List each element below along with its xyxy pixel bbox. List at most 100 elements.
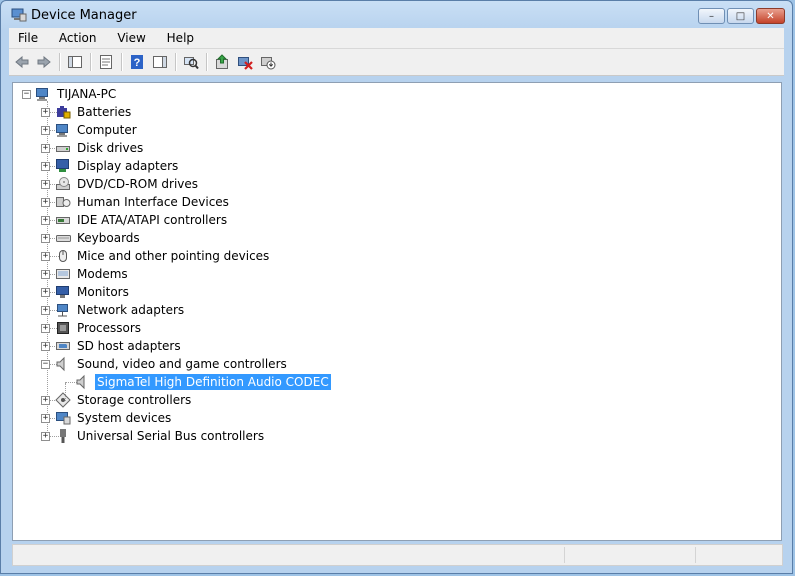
uninstall-icon[interactable] (236, 53, 254, 71)
keyboard-icon (56, 235, 71, 242)
tree-category[interactable]: Human Interface Devices (55, 193, 231, 211)
menu-view[interactable]: View (108, 28, 153, 48)
network-adapter-icon (57, 304, 68, 317)
help-icon[interactable]: ? (128, 53, 146, 71)
tree-category[interactable]: DVD/CD-ROM drives (55, 175, 200, 193)
root-label: TIJANA-PC (57, 87, 117, 101)
tree-category-label: Display adapters (77, 159, 179, 173)
tree-category[interactable]: IDE ATA/ATAPI controllers (55, 211, 229, 229)
expander-10[interactable]: + (41, 288, 50, 297)
status-segment (695, 547, 696, 563)
close-button[interactable]: ✕ (756, 8, 785, 24)
computer-icon (36, 88, 48, 101)
forward-arrow-icon[interactable] (35, 53, 53, 71)
show-hide-action-pane-icon[interactable] (151, 53, 169, 71)
status-bar (12, 544, 783, 566)
speaker-icon (76, 374, 85, 390)
svg-text:?: ? (134, 57, 141, 69)
toolbar-separator (59, 53, 61, 71)
tree-category[interactable]: Storage controllers (55, 391, 193, 409)
show-hide-console-tree-icon[interactable] (66, 53, 84, 71)
tree-category[interactable]: Universal Serial Bus controllers (55, 427, 266, 445)
expander-17[interactable]: + (41, 432, 50, 441)
monitor-icon (56, 286, 69, 298)
status-segment (564, 547, 565, 563)
menu-help[interactable]: Help (158, 28, 202, 48)
tree-category[interactable]: System devices (55, 409, 173, 427)
tree-category[interactable]: Monitors (55, 283, 131, 301)
update-driver-icon[interactable] (213, 53, 231, 71)
expander-15[interactable]: + (41, 396, 50, 405)
speaker-icon (56, 356, 65, 372)
maximize-button[interactable]: □ (727, 8, 754, 24)
expander-13[interactable]: + (41, 342, 50, 351)
tree-category[interactable]: Processors (55, 319, 143, 337)
toolbar: ? (9, 49, 784, 76)
tree-category-label: DVD/CD-ROM drives (77, 177, 199, 191)
tree-category[interactable]: Modems (55, 265, 130, 283)
tree-category-label: Human Interface Devices (77, 195, 229, 209)
tree-device-item[interactable]: SigmaTel High Definition Audio CODEC (75, 373, 331, 391)
expander-12[interactable]: + (41, 324, 50, 333)
tree-category[interactable]: SD host adapters (55, 337, 183, 355)
tree-category-label: Disk drives (77, 141, 144, 155)
tree-category-label: IDE ATA/ATAPI controllers (77, 213, 228, 227)
tree-category[interactable]: Network adapters (55, 301, 186, 319)
tree-category[interactable]: Mice and other pointing devices (55, 247, 271, 265)
expander-9[interactable]: + (41, 270, 50, 279)
tree-category[interactable]: Disk drives (55, 139, 145, 157)
expander-16[interactable]: + (41, 414, 50, 423)
dvd-drive-icon (56, 177, 70, 190)
modem-icon (56, 269, 70, 279)
expander-5[interactable]: + (41, 198, 50, 207)
tree-category[interactable]: Display adapters (55, 157, 180, 175)
ide-controller-icon (56, 217, 70, 224)
tree-category-label: Sound, video and game controllers (77, 357, 287, 371)
tree-category-label: Processors (77, 321, 142, 335)
storage-controller-icon (55, 392, 71, 408)
root-expander[interactable]: − (22, 90, 31, 99)
menu-bar: File Action View Help (9, 28, 784, 49)
device-manager-window: Device Manager – □ ✕ File Action View He… (0, 0, 793, 574)
menu-file[interactable]: File (9, 28, 46, 48)
disable-device-icon[interactable] (259, 53, 277, 71)
hid-icon (56, 197, 71, 207)
mouse-icon (59, 250, 67, 262)
toolbar-separator (175, 53, 177, 71)
tree-category-label: SD host adapters (77, 339, 181, 353)
expander-4[interactable]: + (41, 180, 50, 189)
back-arrow-icon[interactable] (13, 53, 31, 71)
tree-category-label: Computer (77, 123, 137, 137)
computer-icon (56, 124, 68, 137)
tree-category[interactable]: Batteries (55, 103, 133, 121)
menu-action[interactable]: Action (50, 28, 105, 48)
processor-icon (57, 322, 69, 334)
device-manager-icon (11, 8, 27, 22)
toolbar-separator (90, 53, 92, 71)
expander-0[interactable]: + (41, 108, 50, 117)
title-bar[interactable]: Device Manager – □ ✕ (1, 1, 792, 29)
properties-icon[interactable] (97, 53, 115, 71)
expander-11[interactable]: + (41, 306, 50, 315)
expander-1[interactable]: + (41, 126, 50, 135)
expander-2[interactable]: + (41, 144, 50, 153)
tree-category[interactable]: Keyboards (55, 229, 142, 247)
tree-category-label: Mice and other pointing devices (77, 249, 270, 263)
tree-root[interactable]: TIJANA-PC (35, 85, 118, 103)
tree-category-label: Universal Serial Bus controllers (77, 429, 265, 443)
device-tree[interactable]: − TIJANA-PC + Batteries + Computer + Disk dri… (12, 82, 782, 541)
sd-host-icon (56, 342, 70, 350)
expander-6[interactable]: + (41, 216, 50, 225)
minimize-button[interactable]: – (698, 8, 725, 24)
expander-8[interactable]: + (41, 252, 50, 261)
scan-hardware-changes-icon[interactable] (182, 53, 200, 71)
tree-category[interactable]: Sound, video and game controllers (55, 355, 289, 373)
expander-14[interactable]: − (41, 360, 50, 369)
tree-category[interactable]: Computer (55, 121, 139, 139)
expander-7[interactable]: + (41, 234, 50, 243)
window-title: Device Manager (31, 8, 137, 23)
system-devices-icon (56, 412, 71, 425)
expander-3[interactable]: + (41, 162, 50, 171)
battery-icon (57, 106, 71, 119)
tree-category-label: Keyboards (77, 231, 140, 245)
